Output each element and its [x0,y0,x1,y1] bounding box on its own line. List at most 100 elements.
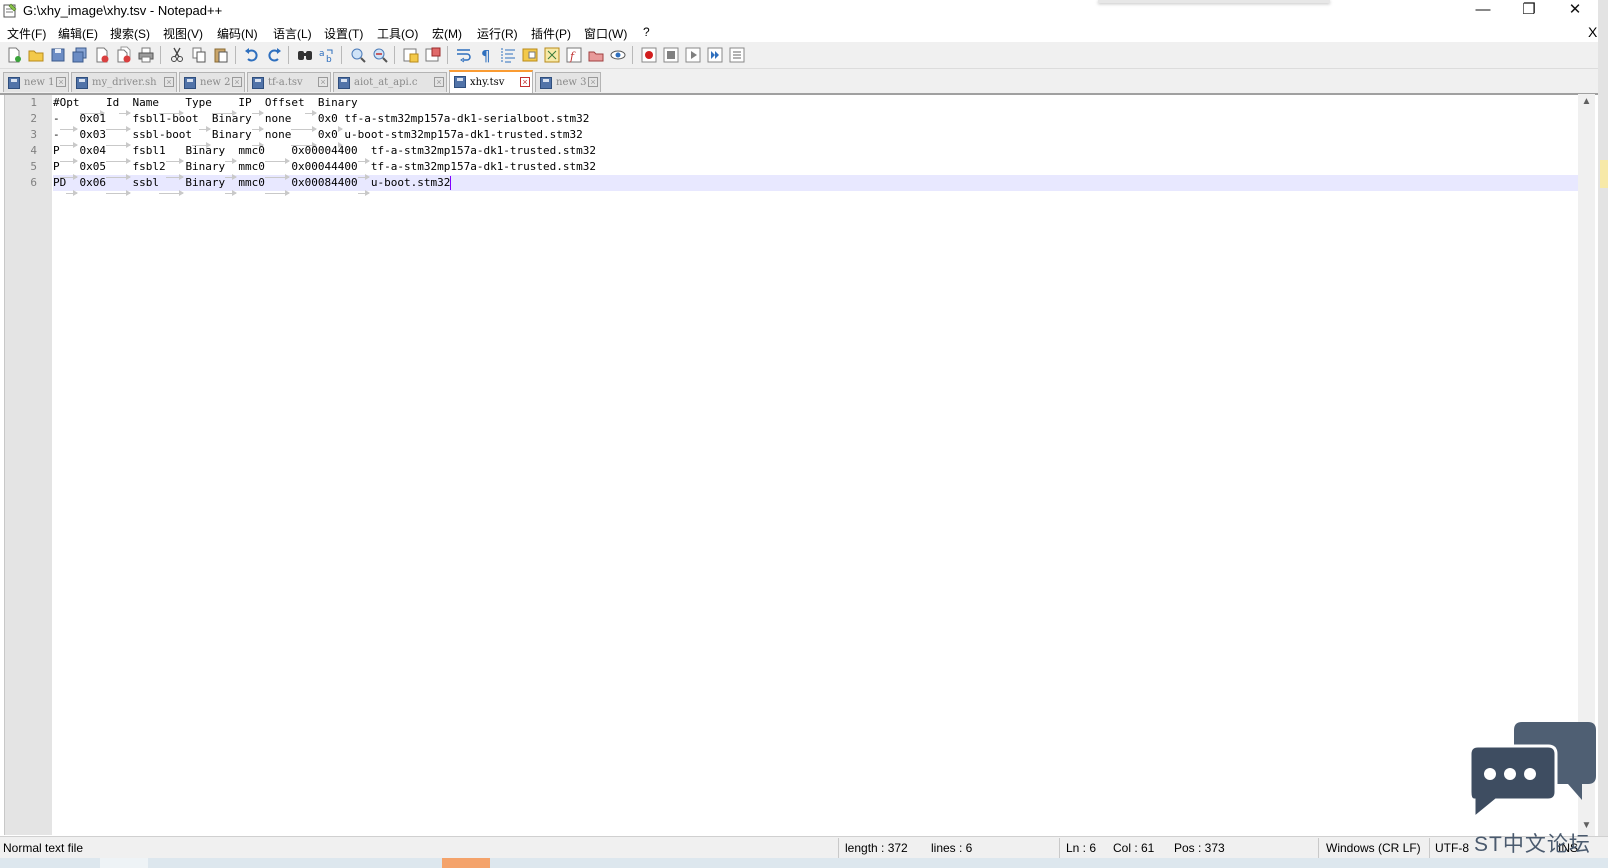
replace-icon[interactable]: ab [318,46,336,64]
text-caret [450,176,452,190]
menu-encoding[interactable]: 编码(N) [217,25,258,42]
code-area[interactable]: #Opt Id Name Type IP Offset Binary - 0x01 fsbl1-b… [53,95,1578,835]
menu-tools[interactable]: 工具(O) [377,25,418,42]
tab-tf-a-tsv[interactable]: tf-a.tsv × [247,72,331,92]
doc-map-icon[interactable] [521,46,539,64]
notepadpp-logo-icon [3,3,17,18]
tab-xhy-tsv[interactable]: xhy.tsv × [449,70,533,93]
find-icon[interactable] [296,46,314,64]
restore-button[interactable]: ❐ [1506,0,1552,22]
folder-workspace-icon[interactable]: f [565,46,583,64]
tab-label: new 2 [200,77,231,88]
close-all-icon[interactable] [115,46,133,64]
tsv-field: 0x00084400 [291,176,358,189]
scroll-up-icon[interactable]: ▲ [1578,96,1595,110]
menu-plugins[interactable]: 插件(P) [531,25,571,42]
saved-file-icon [540,77,552,89]
save-macro-icon[interactable] [728,46,746,64]
background-window-edge-highlight [1600,160,1608,188]
tab-close-icon[interactable]: × [434,77,444,87]
show-all-chars-icon[interactable]: ¶ [477,46,495,64]
tab-label: new 1 [24,77,55,88]
code-line[interactable]: #Opt Id Name Type IP Offset Binary [53,95,358,116]
tab-close-icon[interactable]: × [318,77,328,87]
menu-help[interactable]: ? [643,25,650,39]
print-icon[interactable] [137,46,155,64]
code-line[interactable]: P 0x04 fsbl1 Binary mmc0 0x00004400 tf-a-stm32… [53,143,597,164]
menu-search[interactable]: 搜索(S) [110,25,150,42]
tab-new-1[interactable]: new 1 × [3,72,69,92]
line-number: 2 [30,112,37,125]
new-file-icon[interactable] [5,46,23,64]
sync-horizontal-icon[interactable] [424,46,442,64]
close-document-button[interactable]: X [1588,24,1597,40]
tab-close-icon[interactable]: × [232,77,242,87]
status-ln: Ln : 6 [1066,841,1097,855]
menu-run[interactable]: 运行(R) [477,25,518,42]
tsv-field: fsbl1 [132,144,166,157]
tsv-field: P [53,144,60,157]
save-icon[interactable] [49,46,67,64]
close-window-button[interactable]: ✕ [1552,0,1598,22]
open-file-icon[interactable] [27,46,45,64]
menu-settings[interactable]: 设置(T) [324,25,363,42]
word-wrap-icon[interactable] [455,46,473,64]
tab-aiot-at-api-c[interactable]: aiot_at_api.c × [333,72,447,92]
tsv-field: ssbl-boot [132,128,193,141]
taskbar-item[interactable] [100,858,148,868]
status-file-type: Normal text file [3,841,84,855]
forum-chat-logo-icon [1468,722,1596,822]
tsv-field: mmc0 [238,176,265,189]
menu-file[interactable]: 文件(F) [7,25,46,42]
tab-close-icon[interactable]: × [520,77,530,87]
zoom-out-icon[interactable] [371,46,389,64]
paste-icon[interactable] [212,46,230,64]
play-macro-icon[interactable] [684,46,702,64]
menu-language[interactable]: 语言(L) [273,25,312,42]
tab-close-icon[interactable]: × [56,77,66,87]
tsv-field: fsbl2 [132,160,166,173]
monitor-icon[interactable] [609,46,627,64]
tab-my-driver-sh[interactable]: my_driver.sh × [71,72,177,92]
stop-record-icon[interactable] [662,46,680,64]
tab-new-3[interactable]: new 3 × [535,72,601,92]
record-macro-icon[interactable] [640,46,658,64]
svg-text:¶: ¶ [481,47,491,64]
menu-edit[interactable]: 编辑(E) [58,25,98,42]
doc-list-icon[interactable] [587,46,605,64]
undo-icon[interactable] [243,46,261,64]
tab-close-icon[interactable]: × [164,77,174,87]
tab-new-2[interactable]: new 2 × [179,72,245,92]
code-line[interactable]: P 0x05 fsbl2 Binary mmc0 0x00044400 tf-a-stm32… [53,159,596,180]
taskbar-strip [0,858,1608,868]
minimize-button[interactable]: — [1460,0,1506,22]
menu-view[interactable]: 视图(V) [163,25,203,42]
code-line[interactable]: PD 0x06 ssbl Binary mmc0 0x00084400 u-boot.stm… [53,175,450,196]
function-list-icon[interactable] [543,46,561,64]
menu-macro[interactable]: 宏(M) [432,25,462,42]
tsv-field: Binary [185,176,226,189]
editor-pane[interactable]: 1 2 3 4 5 6 #Opt Id Name Type IP Offset Binary… [0,94,1608,837]
indent-guide-icon[interactable] [499,46,517,64]
redo-icon[interactable] [265,46,283,64]
copy-icon[interactable] [190,46,208,64]
code-line[interactable]: - 0x01 fsbl1-boot Binary none 0x0 tf-a-stm32mp… [53,111,589,132]
tab-close-icon[interactable]: × [588,77,598,87]
zoom-in-icon[interactable] [349,46,367,64]
status-length: length : 372 [845,841,908,855]
status-divider [1318,838,1319,858]
taskbar-item-active[interactable] [442,858,490,868]
status-eol[interactable]: Windows (CR LF) [1326,841,1421,855]
cut-icon[interactable] [168,46,186,64]
menu-window[interactable]: 窗口(W) [584,25,627,42]
close-icon[interactable] [93,46,111,64]
tab-bar: new 1 × my_driver.sh × new 2 × tf-a.tsv … [0,69,1608,94]
tsv-field: mmc0 [238,144,265,157]
tsv-field: tf-a-stm32mp157a-dk1-trusted.stm32 [370,144,597,157]
run-macro-multiple-icon[interactable] [706,46,724,64]
save-all-icon[interactable] [71,46,89,64]
tsv-field: u-boot-stm32mp157a-dk1-trusted.stm32 [344,128,583,141]
tsv-field: Binary [185,144,226,157]
code-line[interactable]: - 0x03 ssbl-boot Binary none 0x0 u-boot-stm32m… [53,127,583,148]
sync-vertical-icon[interactable] [402,46,420,64]
